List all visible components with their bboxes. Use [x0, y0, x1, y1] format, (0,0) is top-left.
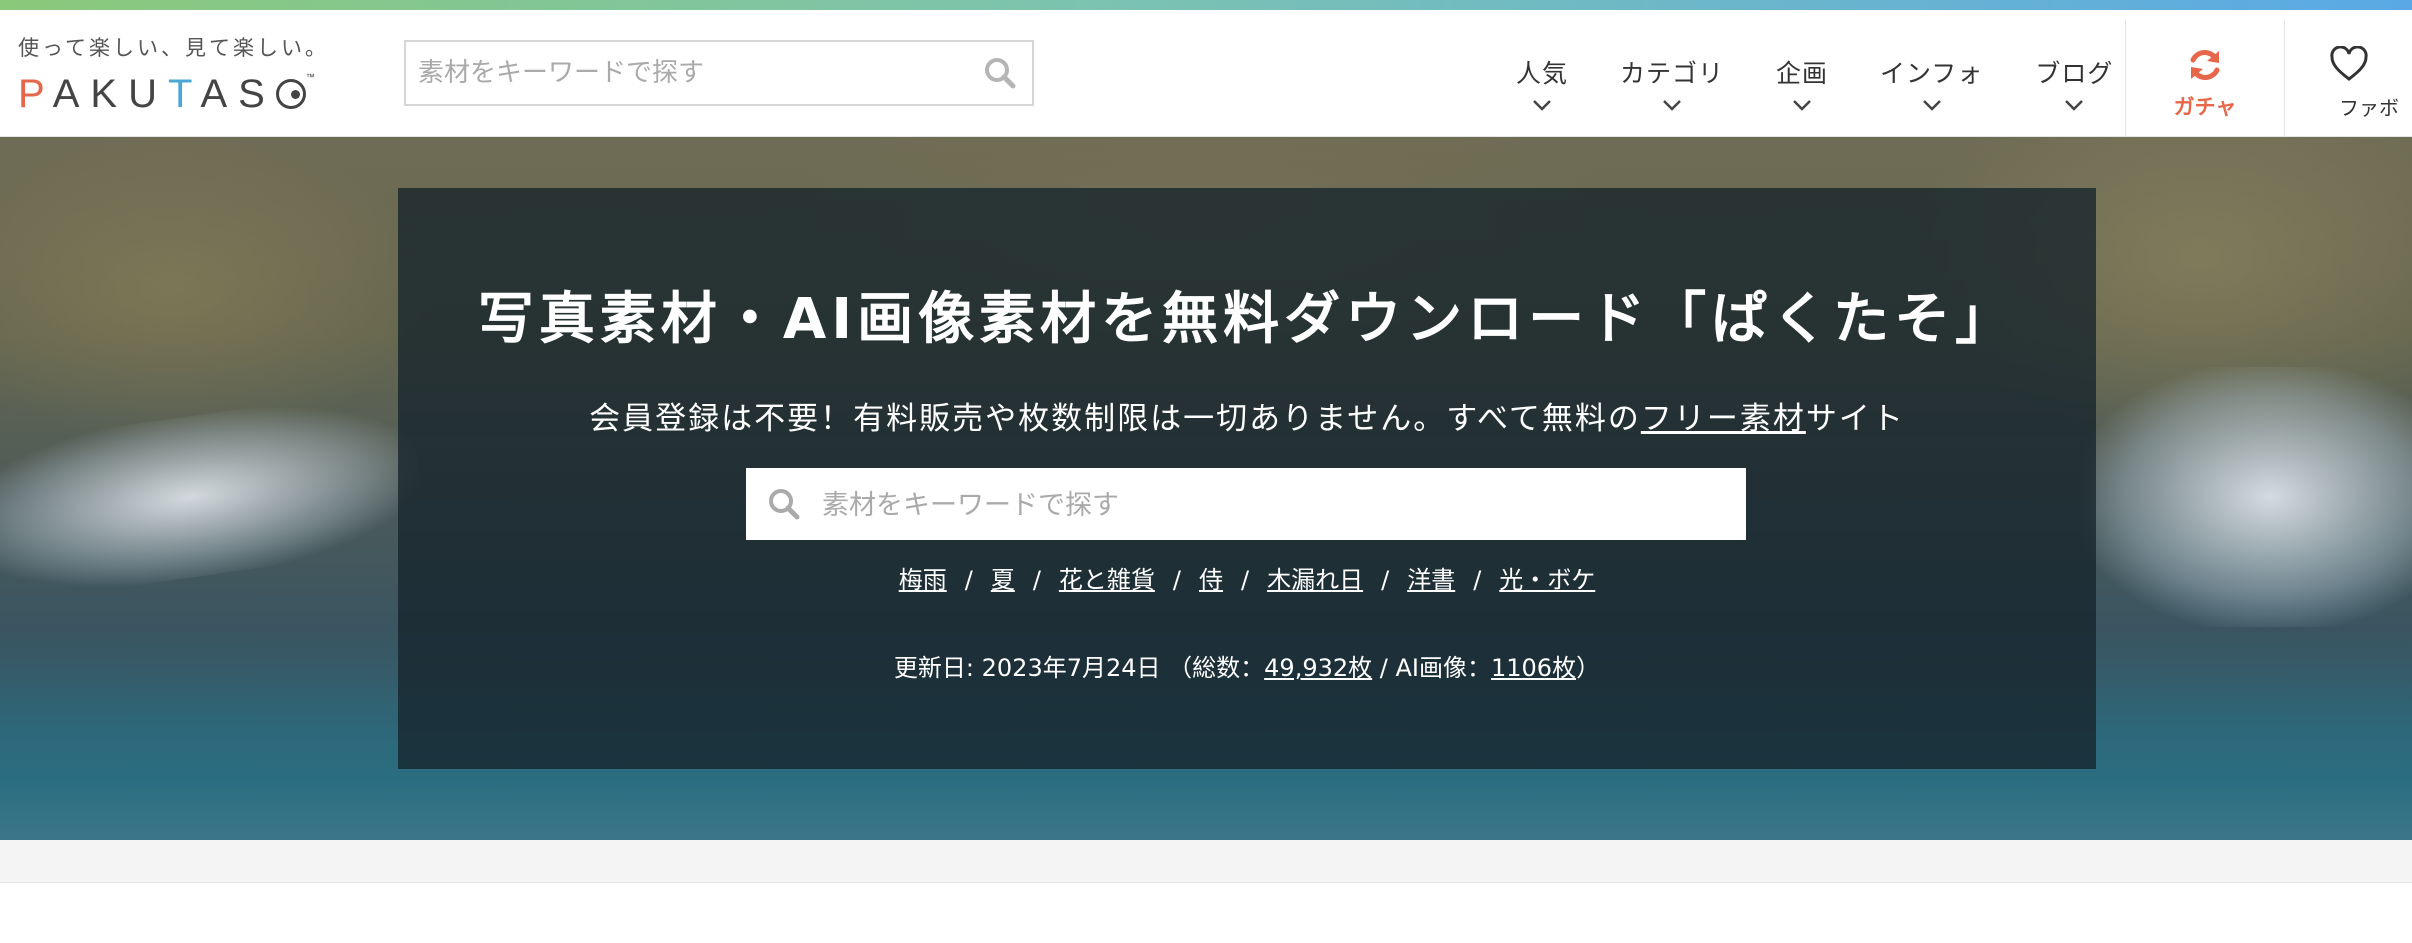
chevron-down-icon: [1922, 100, 1941, 111]
nav-item-category[interactable]: カテゴリ: [1594, 20, 1750, 146]
site-logo[interactable]: 使って楽しい、見て楽しい。 PAKUTAS ™: [18, 32, 329, 122]
hero-search-box: [746, 468, 1746, 542]
hero-search-input[interactable]: [820, 468, 1724, 542]
tag-separator: /: [1381, 566, 1390, 594]
chevron-down-icon: [1793, 100, 1811, 111]
logo-tagline: 使って楽しい、見て楽しい。: [18, 36, 329, 60]
hero-subtitle: 会員登録は不要！有料販売や枚数制限は一切ありません。すべて無料のフリー素材サイト: [589, 400, 1905, 437]
search-icon[interactable]: [766, 486, 802, 522]
heart-icon: [2330, 45, 2368, 81]
tag-link[interactable]: 梅雨: [899, 566, 947, 594]
hero-background-wave: [2080, 367, 2412, 627]
hero-background-wave: [0, 385, 429, 609]
tag-link[interactable]: 侍: [1199, 566, 1223, 594]
tag-separator: /: [1241, 566, 1250, 594]
ai-count-link[interactable]: 1106枚: [1491, 654, 1576, 682]
gacha-label: ガチャ: [2173, 95, 2237, 119]
chevron-down-icon: [2065, 100, 2084, 111]
logo-eye-icon: [275, 79, 306, 109]
nav-item-label: インフォ: [1880, 59, 1984, 88]
nav-item-blog[interactable]: ブログ: [2009, 20, 2139, 146]
nav-item-popular[interactable]: 人気: [1490, 20, 1594, 146]
tag-link[interactable]: 洋書: [1407, 566, 1455, 594]
free-material-link[interactable]: フリー素材: [1641, 401, 1806, 437]
content-divider: [0, 840, 2412, 883]
header-search-box: [404, 40, 1034, 106]
search-icon[interactable]: [982, 55, 1018, 91]
nav-item-feature[interactable]: 企画: [1750, 20, 1854, 146]
nav-item-info[interactable]: インフォ: [1854, 20, 2009, 146]
main-nav: 人気 カテゴリ 企画 インフォ ブログ: [1490, 20, 2139, 146]
nav-item-label: ブログ: [2035, 59, 2114, 88]
favorite-label: ファボ: [2339, 95, 2399, 120]
nav-item-label: 企画: [1776, 59, 1829, 88]
hero-section: 写真素材・AI画像素材を無料ダウンロード「ぱくたそ」 会員登録は不要！有料販売や…: [0, 137, 2412, 840]
favorite-button[interactable]: ファボ: [2286, 20, 2412, 146]
site-header: 使って楽しい、見て楽しい。 PAKUTAS™ 人気 カテゴリ 企画 インフォ: [0, 10, 2412, 146]
tag-link[interactable]: 光・ボケ: [1499, 566, 1595, 594]
chevron-down-icon: [1533, 100, 1551, 111]
logo-wordmark: PAKUTAS ™: [18, 72, 315, 116]
chevron-down-icon: [1663, 100, 1681, 111]
total-count-link[interactable]: 49,932枚: [1264, 654, 1372, 682]
popular-tags: 梅雨 / 夏 / 花と雑貨 / 侍 / 木漏れ日 / 洋書 / 光・ボケ: [398, 560, 2096, 595]
tag-link[interactable]: 花と雑貨: [1059, 566, 1155, 594]
tag-separator: /: [1032, 566, 1041, 594]
tag-link[interactable]: 木漏れ日: [1267, 566, 1363, 594]
hero-title: 写真素材・AI画像素材を無料ダウンロード「ぱくたそ」: [477, 287, 2017, 352]
top-accent-bar: [0, 0, 2412, 10]
nav-item-label: 人気: [1516, 59, 1569, 88]
header-search-input[interactable]: [406, 42, 990, 104]
hero-panel: 写真素材・AI画像素材を無料ダウンロード「ぱくたそ」 会員登録は不要！有料販売や…: [398, 188, 2096, 769]
nav-item-label: カテゴリ: [1620, 59, 1725, 88]
gacha-button[interactable]: ガチャ: [2125, 20, 2285, 146]
refresh-icon: [2190, 50, 2220, 80]
tag-separator: /: [1473, 566, 1482, 594]
tag-link[interactable]: 夏: [991, 566, 1015, 594]
tag-separator: /: [964, 566, 973, 594]
update-info: 更新日: 2023年7月24日 （総数：49,932枚 / AI画像：1106枚…: [893, 654, 1601, 682]
tag-separator: /: [1172, 566, 1181, 594]
